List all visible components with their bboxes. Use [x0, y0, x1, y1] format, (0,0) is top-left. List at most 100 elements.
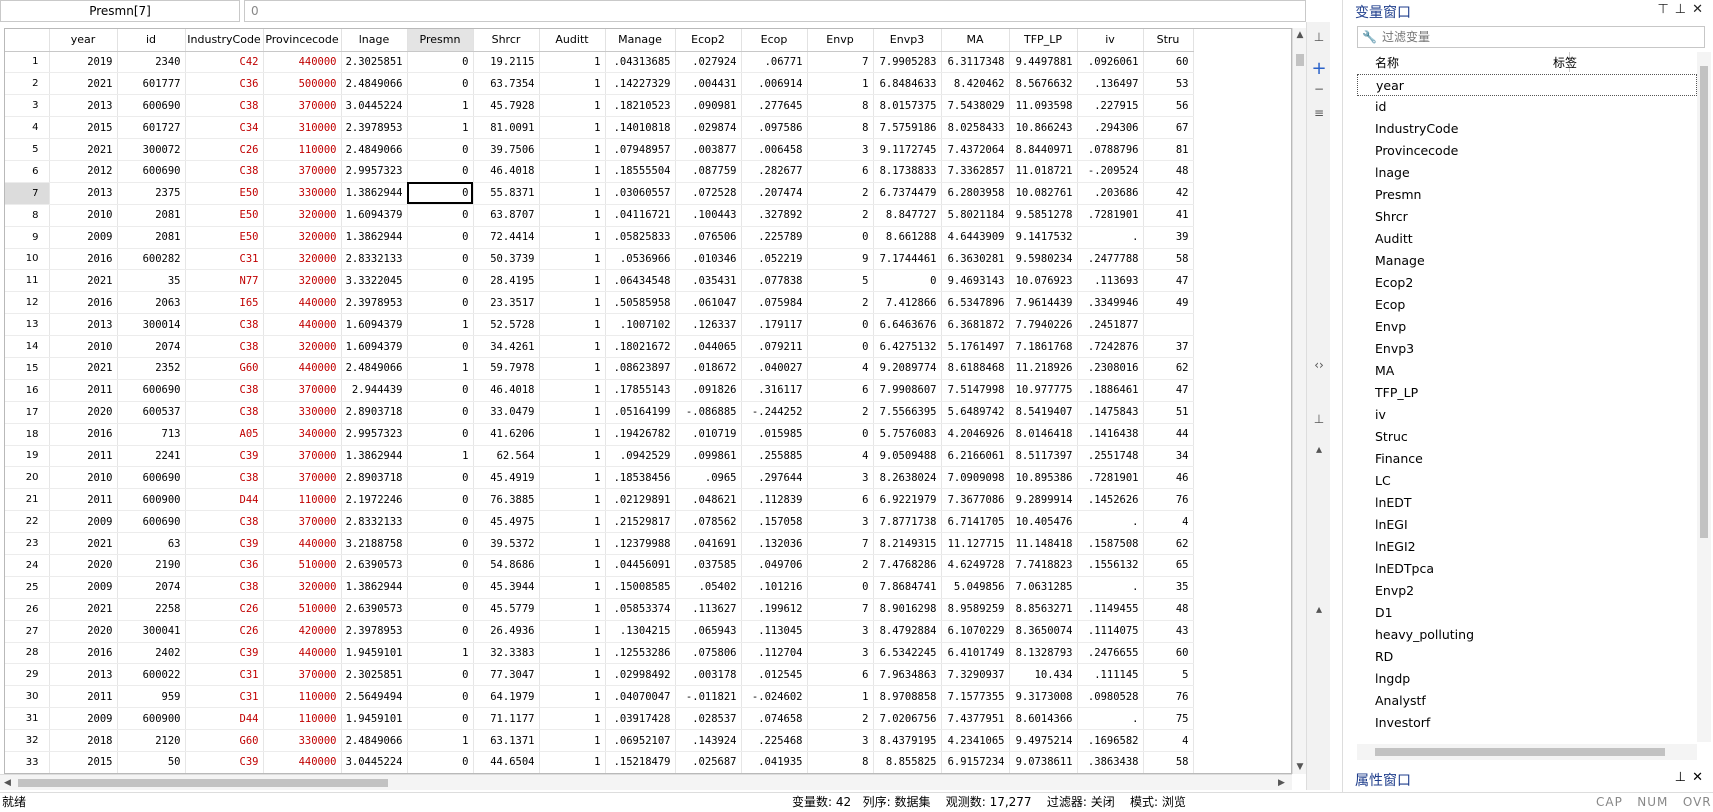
- grid-cell[interactable]: 28.4195: [473, 269, 540, 293]
- grid-cell[interactable]: 0: [407, 401, 474, 424]
- grid-cell[interactable]: 3.3322045: [341, 269, 408, 293]
- grid-cell[interactable]: 330000: [263, 182, 342, 205]
- grid-cell[interactable]: 330000: [263, 401, 342, 424]
- grid-cell[interactable]: 0: [407, 423, 474, 446]
- grid-cell[interactable]: 0: [407, 576, 474, 599]
- grid-cell[interactable]: .2476655: [1077, 642, 1144, 665]
- grid-cell[interactable]: .04116721: [605, 204, 676, 227]
- grid-cell[interactable]: .1475843: [1077, 401, 1144, 424]
- grid-cell[interactable]: 8.9708858: [873, 685, 942, 709]
- grid-cell[interactable]: 41.6206: [473, 423, 540, 446]
- grid-cell[interactable]: 600900: [117, 488, 186, 512]
- grid-cell[interactable]: 5.8021184: [941, 204, 1010, 227]
- grid-cell[interactable]: 440000: [263, 642, 342, 665]
- variable-list-item[interactable]: MA: [1357, 360, 1697, 382]
- grid-cell[interactable]: 600690: [117, 466, 186, 490]
- grid-cell[interactable]: .18021672: [605, 335, 676, 358]
- grid-cell[interactable]: 370000: [263, 445, 342, 468]
- grid-cell[interactable]: 2021: [49, 357, 118, 380]
- grid-cell[interactable]: C38: [185, 335, 264, 358]
- variable-list-item[interactable]: Envp: [1357, 316, 1697, 338]
- grid-cell[interactable]: 8.5676632: [1009, 72, 1078, 96]
- grid-cell[interactable]: 4: [1143, 510, 1194, 534]
- grid-cell[interactable]: .03917428: [605, 707, 676, 731]
- grid-cell[interactable]: C39: [185, 642, 264, 665]
- grid-cell[interactable]: .048621: [675, 488, 742, 512]
- grid-cell[interactable]: .18555504: [605, 160, 676, 183]
- grid-cell[interactable]: .113045: [741, 620, 808, 643]
- variable-list-item[interactable]: RD: [1357, 646, 1697, 668]
- grid-cell[interactable]: 1: [407, 729, 474, 752]
- grid-cell[interactable]: 10.977775: [1009, 379, 1078, 402]
- grid-cell[interactable]: 60: [1143, 51, 1194, 74]
- grid-cell[interactable]: 600022: [117, 663, 186, 687]
- grid-cell[interactable]: 7.8771738: [873, 510, 942, 534]
- column-header-industrycode[interactable]: IndustryCode: [185, 29, 264, 52]
- grid-cell[interactable]: .126337: [675, 313, 742, 337]
- grid-cell[interactable]: 8.2638024: [873, 466, 942, 490]
- grid-cell[interactable]: 8.8440971: [1009, 138, 1078, 161]
- grid-cell[interactable]: 600537: [117, 401, 186, 424]
- variable-list-item[interactable]: Investorf: [1357, 712, 1697, 734]
- grid-cell[interactable]: 6.9157234: [941, 751, 1010, 773]
- grid-cell[interactable]: 8.9016298: [873, 598, 942, 621]
- variable-list-item[interactable]: TFP_LP: [1357, 382, 1697, 404]
- grid-cell[interactable]: 2015: [49, 751, 118, 773]
- grid-cell[interactable]: 6.5342245: [873, 642, 942, 665]
- grid-cell[interactable]: .19426782: [605, 423, 676, 446]
- grid-cell[interactable]: 1.6094379: [341, 204, 408, 227]
- label-column-header[interactable]: 标签: [1553, 54, 1577, 71]
- scroll-down-icon[interactable]: ▼: [1293, 762, 1307, 772]
- grid-cell[interactable]: 300041: [117, 620, 186, 643]
- grid-cell[interactable]: .294306: [1077, 116, 1144, 140]
- grid-cell[interactable]: 1.9459101: [341, 642, 408, 665]
- row-number[interactable]: 28: [5, 642, 50, 665]
- grid-cell[interactable]: 0: [407, 488, 474, 512]
- grid-cell[interactable]: .2308016: [1077, 357, 1144, 380]
- grid-cell[interactable]: 7.4768286: [873, 554, 942, 577]
- grid-cell[interactable]: 8.5117397: [1009, 445, 1078, 468]
- grid-cell[interactable]: 7: [807, 532, 874, 555]
- grid-cell[interactable]: 1: [407, 642, 474, 665]
- grid-cell[interactable]: 8.1328793: [1009, 642, 1078, 665]
- grid-cell[interactable]: 959: [117, 685, 186, 709]
- grid-cell[interactable]: 1: [539, 357, 606, 380]
- grid-cell[interactable]: 9.4497881: [1009, 51, 1078, 74]
- column-header-ecop[interactable]: Ecop: [741, 29, 808, 52]
- grid-cell[interactable]: .132036: [741, 532, 808, 555]
- grid-cell[interactable]: 440000: [263, 291, 342, 315]
- grid-cell[interactable]: 45.4919: [473, 466, 540, 490]
- grid-cell[interactable]: 0: [807, 423, 874, 446]
- grid-cell[interactable]: 67: [1143, 116, 1194, 140]
- grid-cell[interactable]: C31: [185, 663, 264, 687]
- grid-cell[interactable]: 1: [539, 204, 606, 227]
- grid-cell[interactable]: 8.4379195: [873, 729, 942, 752]
- grid-cell[interactable]: .2477788: [1077, 248, 1144, 271]
- grid-cell[interactable]: -.024602: [741, 685, 808, 709]
- grid-cell[interactable]: .14227329: [605, 72, 676, 96]
- grid-cell[interactable]: 63.1371: [473, 729, 540, 752]
- grid-cell[interactable]: A05: [185, 423, 264, 446]
- grid-cell[interactable]: E50: [185, 204, 264, 227]
- grid-cell[interactable]: 9.3173008: [1009, 685, 1078, 709]
- grid-cell[interactable]: G60: [185, 729, 264, 752]
- grid-cell[interactable]: .225468: [741, 729, 808, 752]
- grid-cell[interactable]: 2.944439: [341, 379, 408, 402]
- grid-cell[interactable]: 7.412866: [873, 291, 942, 315]
- grid-cell[interactable]: 8.847727: [873, 204, 942, 227]
- variable-list-item[interactable]: IndustryCode: [1357, 118, 1697, 140]
- grid-cell[interactable]: 420000: [263, 620, 342, 643]
- grid-cell[interactable]: .02129891: [605, 488, 676, 512]
- row-number[interactable]: 14: [5, 335, 50, 358]
- grid-cell[interactable]: .075806: [675, 642, 742, 665]
- pin-icon[interactable]: ⊥: [1311, 30, 1327, 44]
- grid-cell[interactable]: .03060557: [605, 182, 676, 205]
- grid-cell[interactable]: 10.405476: [1009, 510, 1078, 534]
- grid-cell[interactable]: 9.4975214: [1009, 729, 1078, 752]
- grid-cell[interactable]: 7.1861768: [1009, 335, 1078, 358]
- scroll-up-icon[interactable]: ▲: [1293, 30, 1307, 40]
- grid-cell[interactable]: 4: [807, 357, 874, 380]
- grid-cell[interactable]: .037585: [675, 554, 742, 577]
- grid-cell[interactable]: 7.7418823: [1009, 554, 1078, 577]
- grid-cell[interactable]: 2011: [49, 685, 118, 709]
